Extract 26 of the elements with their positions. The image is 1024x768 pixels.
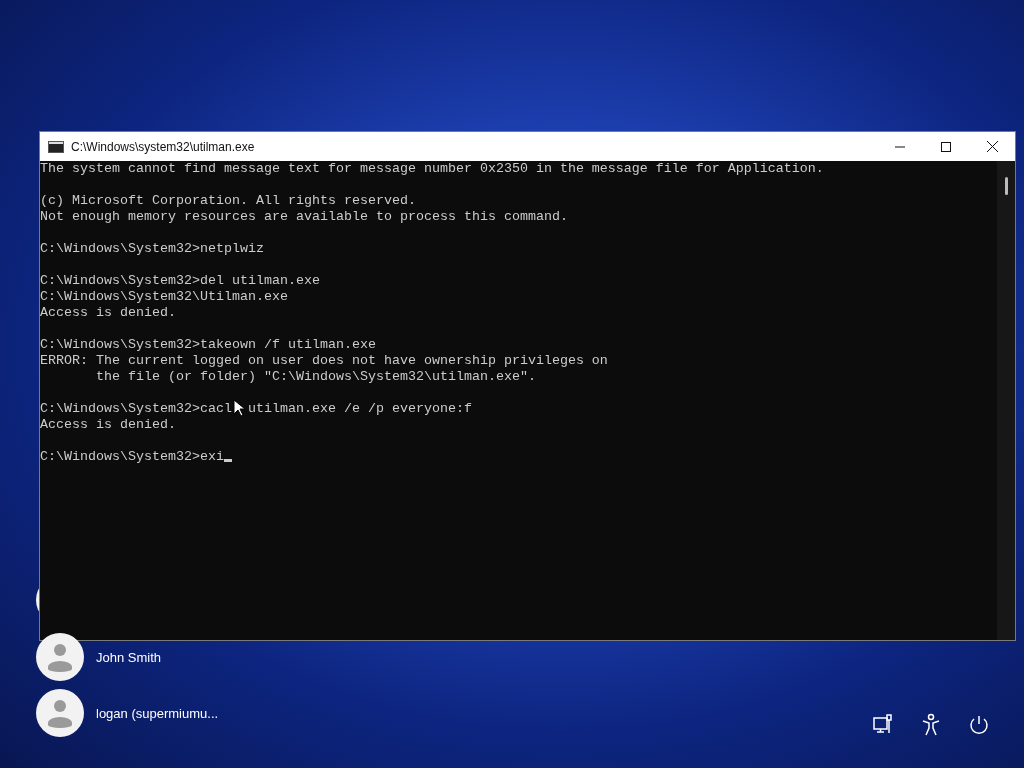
close-icon (986, 141, 998, 152)
command-input[interactable]: C:\Windows\System32>exi (40, 449, 224, 465)
console-line: C:\Windows\System32>cacl (40, 401, 232, 417)
console-line: Not enough memory resources are available to process this command. (40, 209, 568, 225)
mouse-pointer-icon (233, 399, 245, 417)
scrollbar-thumb[interactable] (1004, 177, 1008, 195)
scrollbar[interactable] (997, 161, 1015, 640)
window-title: C:\Windows\system32\utilman.exe (71, 139, 255, 154)
console-line: (c) Microsoft Corporation. All rights reserved. (40, 193, 416, 209)
console-line: C:\Windows\System32>netplwiz (40, 241, 264, 257)
console-app-icon (48, 140, 64, 153)
console-line: C:\Windows\System32\Utilman.exe (40, 289, 288, 305)
console-line: utilman.exe /e /p everyone:f (247, 401, 472, 417)
console-line: Access is denied. (40, 417, 176, 433)
console-line: C:\Windows\System32>takeown /f utilman.exe (40, 337, 376, 353)
console-line: Access is denied. (40, 305, 176, 321)
user-name[interactable]: John Smith (96, 649, 162, 665)
console-line: the file (or folder) "C:\Windows\System32\utilman.exe". (95, 369, 536, 385)
console-line: The system cannot find message text for message number 0x2350 in the message file for Application. (40, 161, 824, 177)
user-name[interactable]: logan (supermiumu... (96, 705, 219, 721)
user-avatar-icon[interactable] (36, 689, 84, 737)
console-line: C:\Windows\System32>del utilman.exe (40, 273, 320, 289)
maximize-icon (941, 141, 951, 152)
user-avatar-icon[interactable] (36, 633, 84, 681)
console-line: ERROR: The current logged on user does not have ownership privileges on (40, 353, 608, 369)
text-cursor (223, 459, 232, 462)
